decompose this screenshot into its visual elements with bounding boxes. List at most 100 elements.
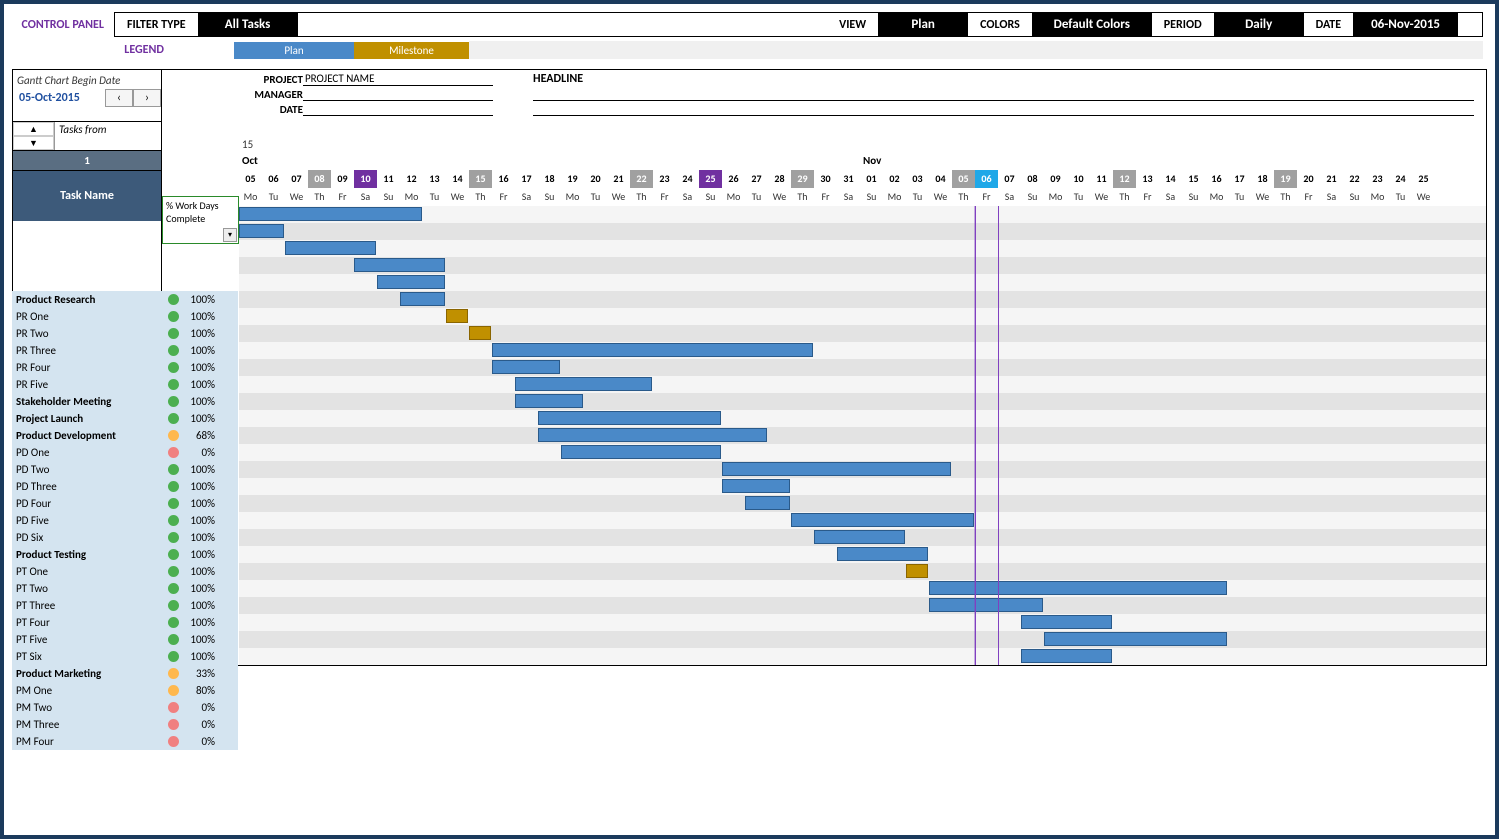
day-cell: 28	[768, 170, 791, 188]
task-row[interactable]: PD Six100%	[12, 529, 238, 546]
task-bar[interactable]	[354, 258, 445, 272]
task-bar[interactable]	[239, 224, 284, 238]
task-bar[interactable]	[538, 411, 721, 425]
headline-value[interactable]	[533, 100, 1474, 101]
dow-cell: Th	[630, 188, 653, 206]
pct-dropdown-icon[interactable]: ▾	[223, 228, 237, 242]
view-value[interactable]: Plan	[878, 13, 968, 36]
dow-cell: Mo	[400, 188, 423, 206]
task-bar[interactable]	[722, 462, 951, 476]
task-bar[interactable]	[1021, 615, 1112, 629]
task-bar[interactable]	[515, 394, 583, 408]
task-row[interactable]: PD One0%	[12, 444, 238, 461]
task-bar[interactable]	[722, 479, 790, 493]
task-row[interactable]: PD Three100%	[12, 478, 238, 495]
status-dot	[168, 447, 179, 458]
task-bar[interactable]	[814, 530, 905, 544]
task-row[interactable]: PD Five100%	[12, 512, 238, 529]
task-row[interactable]: Product Research100%	[12, 291, 238, 308]
proj-date-label: DATE	[239, 103, 303, 116]
pct-value: 0%	[185, 718, 215, 731]
dow-cell: Mo	[722, 188, 745, 206]
gantt-chart-area	[239, 206, 1486, 665]
prev-button[interactable]: ‹	[105, 89, 133, 107]
task-row[interactable]: Product Marketing33%	[12, 665, 238, 682]
manager-value[interactable]	[303, 100, 493, 101]
colors-value[interactable]: Default Colors	[1032, 13, 1152, 36]
milestone-bar[interactable]	[906, 564, 928, 578]
task-row[interactable]: PR Two100%	[12, 325, 238, 342]
task-bar[interactable]	[1044, 632, 1227, 646]
task-row[interactable]: PR One100%	[12, 308, 238, 325]
collapse-down-button[interactable]: ▼	[13, 136, 54, 150]
task-row[interactable]: PT Two100%	[12, 580, 238, 597]
pct-header: % Work Days Complete ▾	[162, 196, 239, 244]
task-bar[interactable]	[239, 207, 422, 221]
collapse-up-button[interactable]: ▲	[13, 122, 54, 136]
day-cell: 18	[538, 170, 561, 188]
task-name: PR Four	[12, 361, 160, 374]
status-dot	[168, 481, 179, 492]
day-cell: 25	[1412, 170, 1435, 188]
headline-value-2[interactable]	[533, 115, 1474, 116]
task-bar[interactable]	[538, 428, 767, 442]
dow-cell: We	[1251, 188, 1274, 206]
gantt-row	[239, 563, 1486, 580]
task-bar[interactable]	[400, 292, 445, 306]
gantt-row	[239, 257, 1486, 274]
task-row[interactable]: PR Three100%	[12, 342, 238, 359]
task-row[interactable]: PM Four0%	[12, 733, 238, 750]
today-line-end	[998, 206, 999, 665]
milestone-bar[interactable]	[446, 309, 468, 323]
task-row[interactable]: Project Launch100%	[12, 410, 238, 427]
task-name: Product Marketing	[12, 667, 160, 680]
task-row[interactable]: PR Four100%	[12, 359, 238, 376]
task-row[interactable]: PT Five100%	[12, 631, 238, 648]
task-row[interactable]: PM Three0%	[12, 716, 238, 733]
milestone-bar[interactable]	[469, 326, 491, 340]
task-bar[interactable]	[492, 343, 813, 357]
task-row[interactable]: Product Development68%	[12, 427, 238, 444]
task-bar[interactable]	[377, 275, 445, 289]
task-row[interactable]: PT One100%	[12, 563, 238, 580]
task-row[interactable]: PM One80%	[12, 682, 238, 699]
task-bar[interactable]	[745, 496, 790, 510]
task-bar[interactable]	[561, 445, 721, 459]
day-cell: 31	[837, 170, 860, 188]
begin-date-value[interactable]: 05-Oct-2015	[13, 89, 105, 107]
marker-line	[974, 206, 975, 665]
task-bar[interactable]	[1021, 649, 1112, 663]
task-row[interactable]: PM Two0%	[12, 699, 238, 716]
filter-type-value[interactable]: All Tasks	[198, 13, 298, 36]
task-bar[interactable]	[492, 360, 560, 374]
dow-cell: We	[1090, 188, 1113, 206]
task-bar[interactable]	[929, 598, 1043, 612]
task-row[interactable]: Product Testing100%	[12, 546, 238, 563]
task-row[interactable]: PT Six100%	[12, 648, 238, 665]
task-bar[interactable]	[285, 241, 376, 255]
dow-cell: Mo	[1044, 188, 1067, 206]
task-row[interactable]: Stakeholder Meeting100%	[12, 393, 238, 410]
task-bar[interactable]	[791, 513, 974, 527]
task-bar[interactable]	[515, 377, 652, 391]
day-cell: 19	[561, 170, 584, 188]
period-value[interactable]: Daily	[1214, 13, 1304, 36]
proj-date-value[interactable]	[303, 115, 493, 116]
task-name: PM One	[12, 684, 160, 697]
date-value[interactable]: 06-Nov-2015	[1353, 13, 1458, 36]
gantt-row	[239, 614, 1486, 631]
task-row[interactable]: PT Four100%	[12, 614, 238, 631]
task-row[interactable]: PR Five100%	[12, 376, 238, 393]
status-dot	[168, 430, 179, 441]
task-bar[interactable]	[837, 547, 928, 561]
tasks-from-label: Tasks from	[55, 122, 161, 150]
task-row[interactable]: PD Four100%	[12, 495, 238, 512]
status-dot	[168, 634, 179, 645]
next-button[interactable]: ›	[133, 89, 161, 107]
gantt-row	[239, 410, 1486, 427]
pct-value: 100%	[185, 412, 215, 425]
day-cell: 23	[1366, 170, 1389, 188]
task-row[interactable]: PD Two100%	[12, 461, 238, 478]
task-row[interactable]: PT Three100%	[12, 597, 238, 614]
project-value[interactable]: PROJECT NAME	[303, 72, 493, 86]
